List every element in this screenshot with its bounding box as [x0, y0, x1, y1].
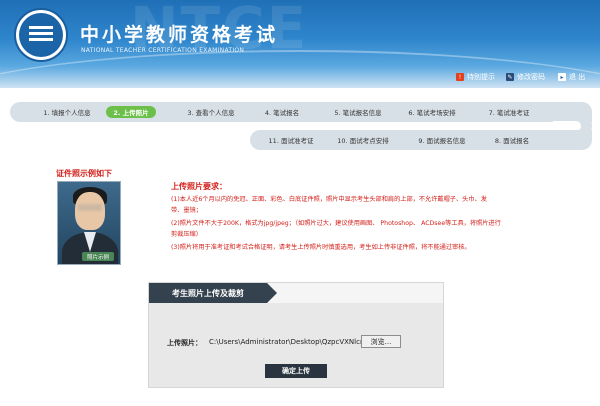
logo-emblem-icon: [19, 13, 63, 57]
step-5[interactable]: 5. 笔试报名信息: [330, 106, 386, 118]
site-subtitle: NATIONAL TEACHER CERTIFICATION EXAMINATI…: [81, 47, 245, 54]
example-title: 证件照示例如下: [56, 169, 112, 178]
edit-icon: ✎: [506, 73, 514, 81]
change-password-link[interactable]: ✎ 修改密码: [506, 71, 545, 83]
exit-link[interactable]: ▸ 退 出: [558, 71, 585, 83]
upload-panel: 考生照片上传及裁剪 上传照片： C:\Users\Administrator\D…: [148, 282, 444, 388]
step-7[interactable]: 7. 笔试准考证: [484, 106, 534, 118]
info-icon: !: [456, 73, 464, 81]
requirement-line: 带、墨镜；: [171, 207, 202, 214]
photo-label: 照片示例: [82, 252, 114, 261]
tips-link[interactable]: ! 特别提示: [456, 71, 495, 83]
step-10[interactable]: 10. 面试考点安排: [330, 134, 396, 146]
step-9[interactable]: 9. 面试报名信息: [413, 134, 471, 146]
logo: [14, 8, 68, 62]
example-photo: 照片示例: [57, 181, 121, 265]
step-2[interactable]: 2. 上传照片: [106, 106, 156, 118]
step-11[interactable]: 11. 面试准考证: [262, 134, 320, 146]
requirement-line: (2)照片文件不大于200K，格式为jpg/jpeg；（如照片过大，建议使用画图…: [171, 220, 501, 227]
site-title: 中小学教师资格考试: [80, 24, 279, 46]
requirement-line: (3)照片将用于准考证和考试合格证明，请考生上传照片时慎重选用，考生如上传非证件…: [171, 244, 471, 251]
step-8[interactable]: 8. 面试报名: [490, 134, 534, 146]
file-path-input[interactable]: C:\Users\Administrator\Desktop\QzpcVXNlc…: [209, 338, 367, 346]
requirement-line: (1)本人近6个月以内的免冠、正面、彩色、白底证件照，照片中显示考生头部和肩的上…: [171, 196, 487, 203]
step-1[interactable]: 1. 填报个人信息: [32, 106, 102, 118]
site-header: NTCE 中小学教师资格考试 NATIONAL TEACHER CERTIFIC…: [0, 0, 600, 88]
exit-icon: ▸: [558, 73, 566, 81]
step-4[interactable]: 4. 笔试报名: [258, 106, 306, 118]
submit-upload-button[interactable]: 确定上传: [265, 364, 327, 378]
requirements-title: 上传照片要求：: [171, 182, 227, 191]
step-6[interactable]: 6. 笔试考场安排: [403, 106, 461, 118]
upload-tab: 考生照片上传及裁剪: [149, 283, 277, 303]
step-3[interactable]: 3. 查看个人信息: [179, 106, 243, 118]
browse-button[interactable]: 浏览...: [361, 335, 401, 348]
upload-field-label: 上传照片：: [167, 339, 202, 347]
requirement-line: 剪裁压缩）: [171, 231, 202, 238]
